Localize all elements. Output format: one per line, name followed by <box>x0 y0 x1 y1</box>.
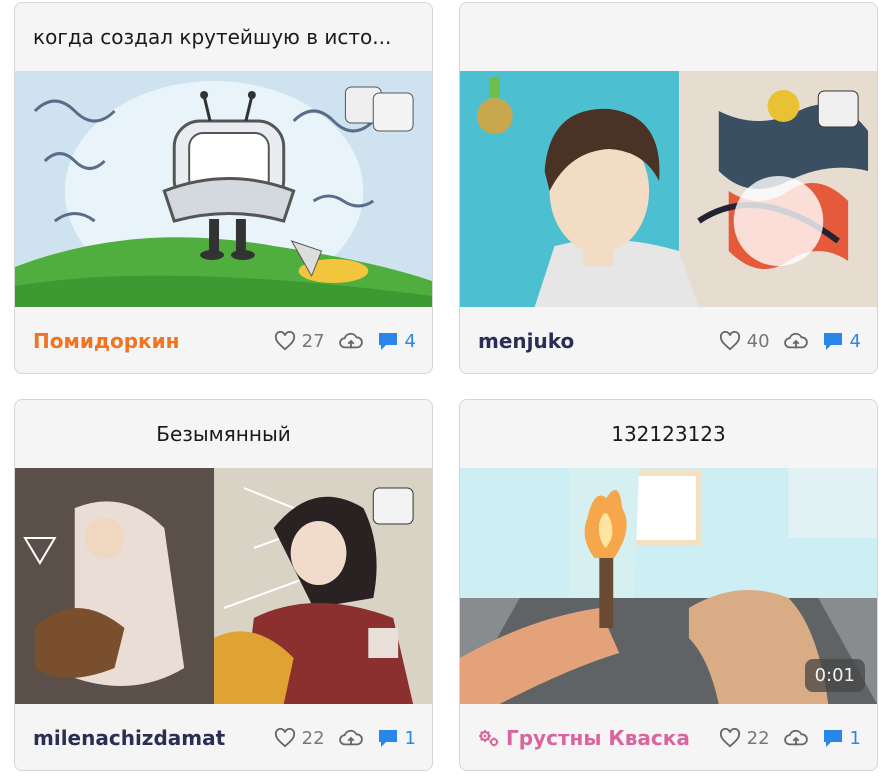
comment-bubble-icon <box>823 730 842 747</box>
drawing-thumbnail[interactable] <box>460 71 877 307</box>
drawing-image <box>460 71 877 307</box>
comment-count: 1 <box>404 727 416 749</box>
drawing-card[interactable]: 132123123 0:01 Грустны Кваска 22 1 <box>459 399 878 771</box>
drawing-thumbnail[interactable] <box>15 468 432 704</box>
comments-button[interactable]: 4 <box>822 331 861 352</box>
cloud-upload-icon <box>338 332 363 349</box>
comment-bubble-icon <box>823 333 842 350</box>
heart-icon <box>274 728 295 748</box>
comment-bubble-icon <box>378 333 397 350</box>
author-name[interactable]: milenachizdamat <box>33 726 274 750</box>
author-label[interactable]: milenachizdamat <box>33 726 225 750</box>
gears-icon <box>479 730 499 747</box>
author-label[interactable]: Грустны Кваска <box>506 726 690 750</box>
like-button[interactable]: 40 <box>719 331 770 352</box>
drawing-thumbnail[interactable] <box>15 71 432 307</box>
author-name[interactable]: menjuko <box>478 329 719 353</box>
author-name[interactable]: Грустны Кваска <box>478 726 719 750</box>
comment-count: 1 <box>849 727 861 749</box>
card-title[interactable]: Безымянный <box>15 400 432 468</box>
drawing-image <box>15 468 432 704</box>
video-thumbnail[interactable]: 0:01 <box>460 468 877 704</box>
repost-button[interactable] <box>783 728 808 748</box>
comments-button[interactable]: 4 <box>377 331 416 352</box>
cloud-upload-icon <box>783 729 808 746</box>
comment-count: 4 <box>849 330 861 352</box>
drawing-card[interactable]: Безымянный milenachizdamat 22 1 <box>14 399 433 771</box>
drawing-card[interactable]: когда создал крутейшую в исто... Помидор… <box>14 2 433 374</box>
drawing-card[interactable]: menjuko 40 4 <box>459 2 878 374</box>
author-label[interactable]: menjuko <box>478 329 574 353</box>
card-title[interactable] <box>460 3 877 71</box>
like-count: 27 <box>301 330 325 352</box>
like-button[interactable]: 22 <box>274 728 325 749</box>
card-title[interactable]: когда создал крутейшую в исто... <box>15 3 432 71</box>
like-button[interactable]: 27 <box>274 331 325 352</box>
repost-button[interactable] <box>783 331 808 351</box>
cloud-upload-icon <box>783 332 808 349</box>
repost-button[interactable] <box>338 331 363 351</box>
author-label[interactable]: Помидоркин <box>33 329 179 353</box>
heart-icon <box>719 331 740 351</box>
card-title[interactable]: 132123123 <box>460 400 877 468</box>
cloud-upload-icon <box>338 729 363 746</box>
author-name[interactable]: Помидоркин <box>33 329 274 353</box>
drawing-image <box>15 71 432 307</box>
comment-count: 4 <box>404 330 416 352</box>
like-count: 40 <box>746 330 770 352</box>
heart-icon <box>274 331 295 351</box>
heart-icon <box>719 728 740 748</box>
repost-button[interactable] <box>338 728 363 748</box>
video-duration-badge: 0:01 <box>804 659 865 692</box>
comments-button[interactable]: 1 <box>822 728 861 749</box>
comment-bubble-icon <box>378 730 397 747</box>
like-count: 22 <box>746 727 770 749</box>
like-button[interactable]: 22 <box>719 728 770 749</box>
like-count: 22 <box>301 727 325 749</box>
comments-button[interactable]: 1 <box>377 728 416 749</box>
